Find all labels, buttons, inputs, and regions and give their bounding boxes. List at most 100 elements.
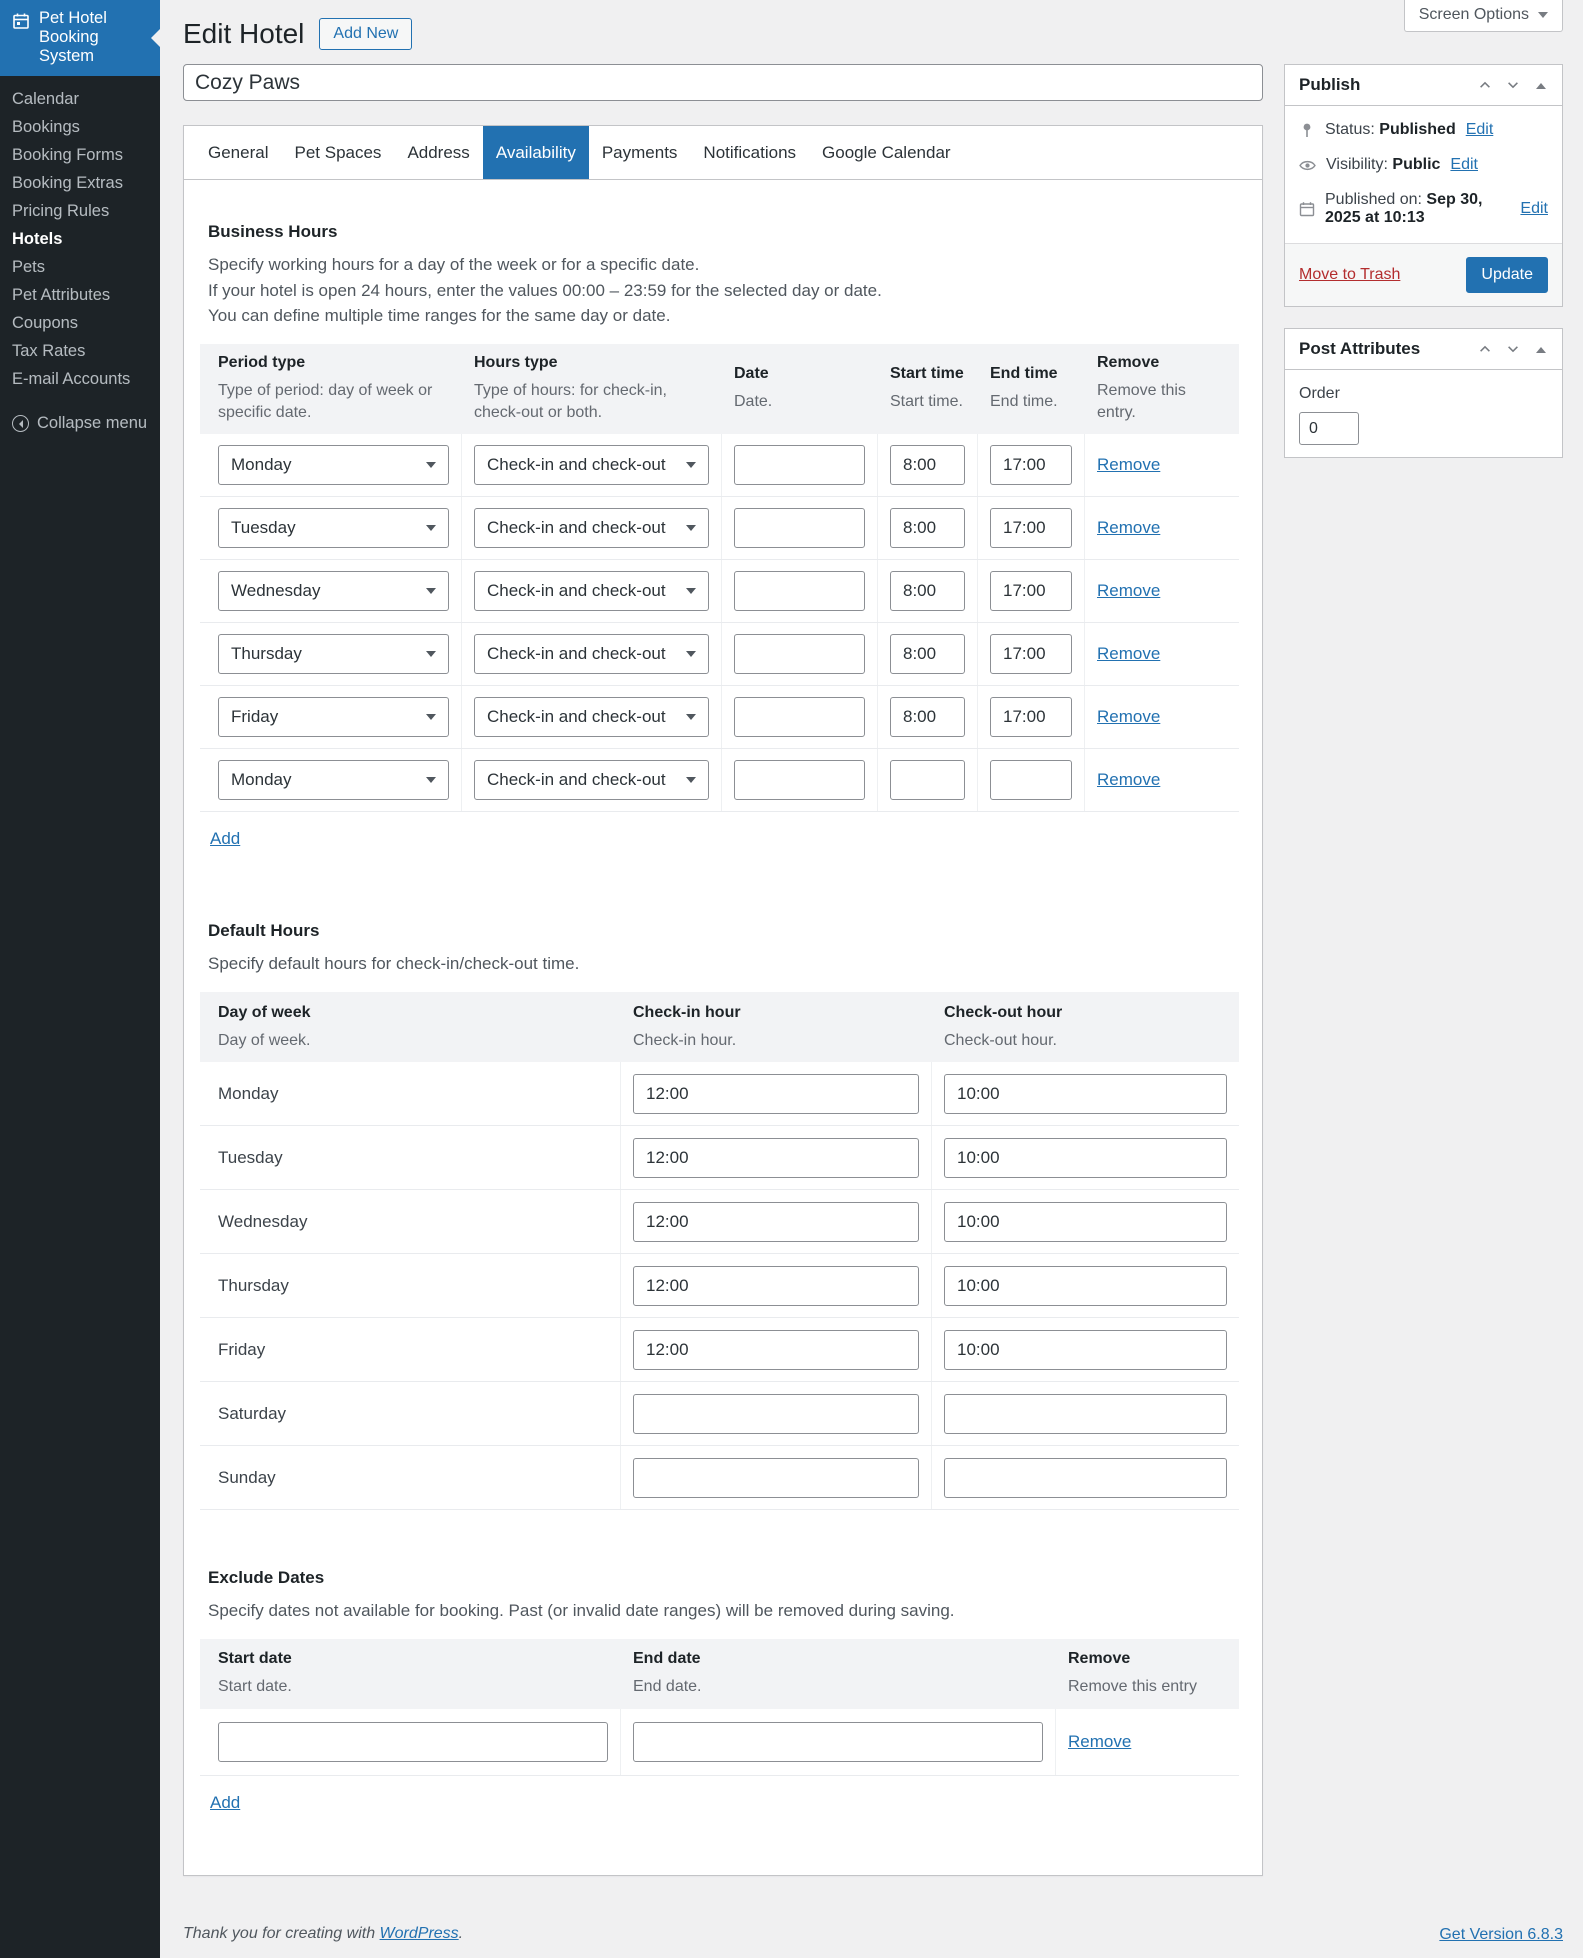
period-type-select[interactable]: Friday <box>218 696 449 737</box>
end-time-input[interactable] <box>990 507 1072 548</box>
start-time-input[interactable] <box>890 759 965 800</box>
move-up-icon[interactable] <box>1472 336 1498 362</box>
order-label: Order <box>1299 385 1340 402</box>
remove-row-link[interactable]: Remove <box>1097 581 1227 601</box>
period-type-select[interactable]: Thursday <box>218 633 449 674</box>
sidebar-item-tax-rates[interactable]: Tax Rates <box>0 337 160 365</box>
start-time-input[interactable] <box>890 507 965 548</box>
checkin-hour-input[interactable] <box>633 1393 919 1434</box>
date-input[interactable] <box>734 759 865 800</box>
get-version-link[interactable]: Get Version 6.8.3 <box>1439 1926 1563 1943</box>
sidebar-item-bookings[interactable]: Bookings <box>0 113 160 141</box>
period-type-select[interactable]: Monday <box>218 444 449 485</box>
period-type-select[interactable]: Wednesday <box>218 570 449 611</box>
business-hours-row: Monday Check-in and check-out Remove <box>200 748 1239 812</box>
order-input[interactable] <box>1299 412 1359 445</box>
start-date-input[interactable] <box>218 1721 608 1762</box>
hours-type-select[interactable]: Check-in and check-out <box>474 507 709 548</box>
sidebar-item-calendar[interactable]: Calendar <box>0 85 160 113</box>
sidebar-item-email-accounts[interactable]: E-mail Accounts <box>0 365 160 393</box>
date-input[interactable] <box>734 696 865 737</box>
add-exclude-date-link[interactable]: Add <box>210 1793 240 1813</box>
sidebar-item-pets[interactable]: Pets <box>0 253 160 281</box>
checkout-hour-input[interactable] <box>944 1393 1227 1434</box>
move-down-icon[interactable] <box>1500 336 1526 362</box>
screen-options-label: Screen Options <box>1418 6 1529 23</box>
move-up-icon[interactable] <box>1472 72 1498 98</box>
checkout-hour-input[interactable] <box>944 1201 1227 1242</box>
checkout-hour-input[interactable] <box>944 1457 1227 1498</box>
add-business-hours-link[interactable]: Add <box>210 829 240 849</box>
date-input[interactable] <box>734 570 865 611</box>
hours-type-select[interactable]: Check-in and check-out <box>474 696 709 737</box>
checkout-hour-input[interactable] <box>944 1329 1227 1370</box>
remove-row-link[interactable]: Remove <box>1068 1732 1227 1752</box>
remove-row-link[interactable]: Remove <box>1097 707 1227 727</box>
edit-visibility-link[interactable]: Edit <box>1450 156 1478 174</box>
start-time-input[interactable] <box>890 444 965 485</box>
tab-address[interactable]: Address <box>394 126 482 179</box>
date-input[interactable] <box>734 444 865 485</box>
start-time-input[interactable] <box>890 570 965 611</box>
add-new-button[interactable]: Add New <box>319 18 413 50</box>
checkin-hour-input[interactable] <box>633 1073 919 1114</box>
chevron-down-icon <box>1538 12 1548 23</box>
checkin-hour-input[interactable] <box>633 1265 919 1306</box>
hours-type-select[interactable]: Check-in and check-out <box>474 444 709 485</box>
end-date-input[interactable] <box>633 1721 1043 1762</box>
checkin-hour-input[interactable] <box>633 1201 919 1242</box>
update-button[interactable]: Update <box>1466 257 1548 293</box>
tab-payments[interactable]: Payments <box>589 126 691 179</box>
period-type-value: Tuesday <box>231 517 296 537</box>
hotel-title-input[interactable] <box>183 64 1263 101</box>
remove-row-link[interactable]: Remove <box>1097 770 1227 790</box>
edit-published-link[interactable]: Edit <box>1520 200 1548 218</box>
sidebar-item-coupons[interactable]: Coupons <box>0 309 160 337</box>
remove-row-link[interactable]: Remove <box>1097 455 1227 475</box>
wordpress-link[interactable]: WordPress <box>380 1925 459 1942</box>
end-time-input[interactable] <box>990 633 1072 674</box>
sidebar-item-pet-attributes[interactable]: Pet Attributes <box>0 281 160 309</box>
checkout-hour-input[interactable] <box>944 1073 1227 1114</box>
default-hours-description: Specify default hours for check-in/check… <box>208 953 580 973</box>
checkin-hour-input[interactable] <box>633 1329 919 1370</box>
col-checkin-hour-desc: Check-in hour. <box>633 1031 737 1049</box>
checkin-hour-input[interactable] <box>633 1457 919 1498</box>
collapse-menu-button[interactable]: Collapse menu <box>0 408 160 439</box>
remove-row-link[interactable]: Remove <box>1097 518 1227 538</box>
sidebar-item-hotels[interactable]: Hotels <box>0 225 160 253</box>
period-type-select[interactable]: Monday <box>218 759 449 800</box>
hours-type-select[interactable]: Check-in and check-out <box>474 759 709 800</box>
end-time-input[interactable] <box>990 444 1072 485</box>
tab-general[interactable]: General <box>195 126 281 179</box>
checkout-hour-input[interactable] <box>944 1265 1227 1306</box>
start-time-input[interactable] <box>890 696 965 737</box>
checkout-hour-input[interactable] <box>944 1137 1227 1178</box>
date-input[interactable] <box>734 633 865 674</box>
toggle-panel-icon[interactable] <box>1528 72 1554 98</box>
date-input[interactable] <box>734 507 865 548</box>
tab-google-calendar[interactable]: Google Calendar <box>809 126 964 179</box>
tab-availability[interactable]: Availability <box>482 126 589 179</box>
remove-row-link[interactable]: Remove <box>1097 644 1227 664</box>
tab-pet-spaces[interactable]: Pet Spaces <box>281 126 394 179</box>
checkin-hour-input[interactable] <box>633 1137 919 1178</box>
end-time-input[interactable] <box>990 570 1072 611</box>
end-time-input[interactable] <box>990 759 1072 800</box>
sidebar-item-pricing-rules[interactable]: Pricing Rules <box>0 197 160 225</box>
screen-options-button[interactable]: Screen Options <box>1403 0 1563 32</box>
sidebar-item-booking-forms[interactable]: Booking Forms <box>0 141 160 169</box>
start-time-input[interactable] <box>890 633 965 674</box>
tab-notifications[interactable]: Notifications <box>690 126 809 179</box>
move-down-icon[interactable] <box>1500 72 1526 98</box>
period-type-select[interactable]: Tuesday <box>218 507 449 548</box>
end-time-input[interactable] <box>990 696 1072 737</box>
hours-type-select[interactable]: Check-in and check-out <box>474 570 709 611</box>
hours-type-select[interactable]: Check-in and check-out <box>474 633 709 674</box>
edit-status-link[interactable]: Edit <box>1466 121 1494 139</box>
toggle-panel-icon[interactable] <box>1528 336 1554 362</box>
collapse-arrow-icon <box>12 415 29 432</box>
sidebar-item-booking-extras[interactable]: Booking Extras <box>0 169 160 197</box>
sidebar-brand-item[interactable]: Pet Hotel Booking System <box>0 0 160 76</box>
move-to-trash-link[interactable]: Move to Trash <box>1299 266 1400 284</box>
